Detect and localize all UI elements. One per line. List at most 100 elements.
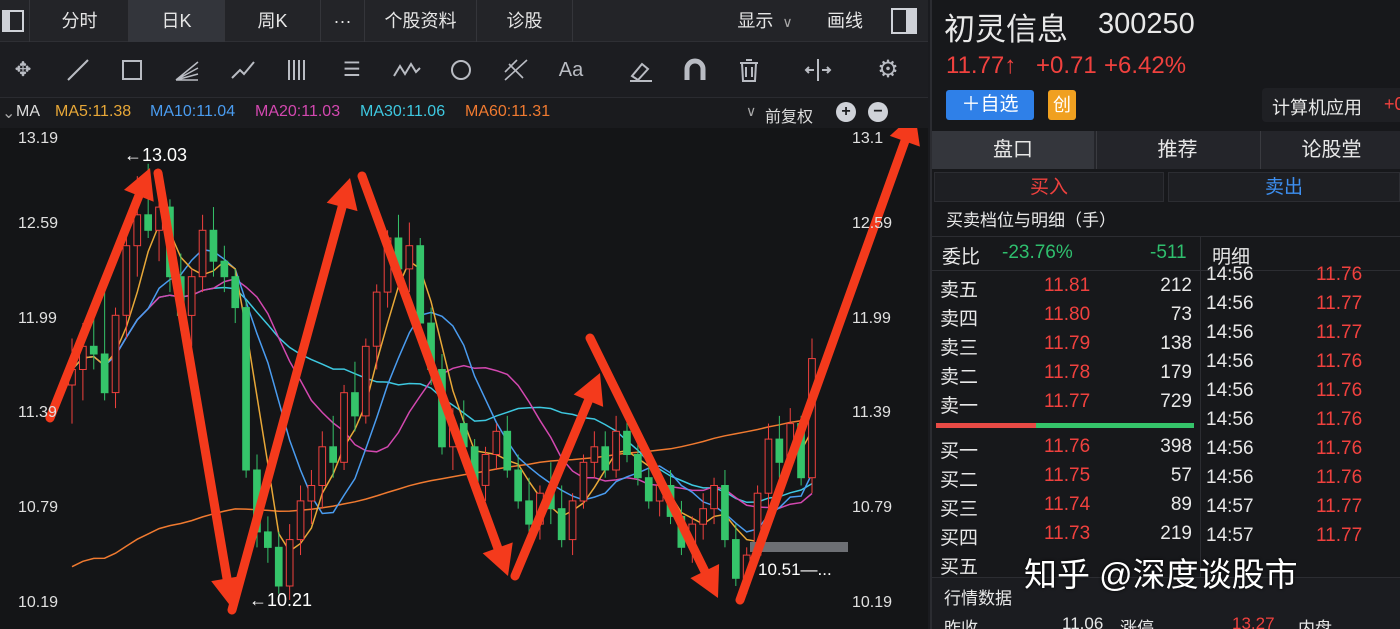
tick-price: 11.76	[1316, 264, 1363, 285]
adjust-mode-label[interactable]: 前复权	[765, 103, 813, 127]
sidebar-toggle-icon[interactable]	[0, 0, 30, 42]
bid-row[interactable]: 买一 11.76 398	[932, 434, 1198, 462]
ask-volume: 729	[1160, 391, 1192, 412]
bid-row[interactable]: 买三 11.74 89	[932, 492, 1198, 520]
bid-volume: 219	[1160, 523, 1192, 544]
y-tick-right-5: 10.19	[852, 594, 893, 611]
candle-body	[122, 245, 131, 316]
tab-stock-profile[interactable]: 个股资料	[365, 0, 477, 42]
candle-body	[318, 446, 327, 486]
zoom-in-icon[interactable]: +	[836, 102, 856, 122]
pen-icon[interactable]	[228, 56, 258, 84]
tab-fenshi[interactable]: 分时	[31, 0, 129, 42]
cycle-icon[interactable]	[446, 56, 476, 84]
bars-icon[interactable]	[283, 56, 313, 84]
bid-level-label: 买三	[940, 499, 979, 520]
drawing-toolbar: ✥ ☰ Aa ⚙	[0, 42, 928, 98]
candle-body	[416, 245, 425, 324]
ask-level-label: 卖一	[940, 396, 979, 417]
tick-time: 14:56	[1206, 380, 1254, 401]
candle-body	[307, 485, 316, 502]
tick-time: 14:56	[1206, 322, 1254, 343]
tab-forum[interactable]: 论股堂	[1260, 131, 1400, 169]
price-tag-label: 10.51—...	[758, 560, 832, 579]
zigzag-arrow-shaft	[510, 396, 593, 581]
candle-body	[710, 485, 718, 510]
ask-row[interactable]: 卖一 11.77 729	[932, 389, 1198, 417]
chinext-badge: 创	[1048, 90, 1076, 120]
kline-panel: 分时 日K 周K ··· 个股资料 诊股 显示 ∨ 画线 ✥ ☰ Aa ⚙ ⌄	[0, 0, 928, 629]
tab-daily-k[interactable]: 日K	[129, 0, 225, 42]
magnet-icon[interactable]	[680, 56, 710, 84]
zoom-out-icon[interactable]: −	[868, 102, 888, 122]
stock-name: 初灵信息	[944, 12, 1068, 47]
more-tabs-button[interactable]: ···	[321, 0, 365, 42]
ma-indicator-bar: ⌄ MA MA5:11.38 MA10:11.04 MA20:11.03 MA3…	[0, 98, 928, 128]
industry-chip[interactable]: 计算机应用 +0	[1262, 88, 1400, 122]
y-tick-right-1: 12.59	[852, 215, 893, 232]
tick-time: 14:56	[1206, 264, 1254, 285]
buy-tab[interactable]: 买入	[934, 172, 1164, 202]
ma-collapse-icon[interactable]: ⌄	[2, 103, 15, 123]
tick-row: 14:57 11.77	[1204, 523, 1400, 551]
panel-toggle-icon[interactable]	[884, 0, 928, 42]
bid-row[interactable]: 买二 11.75 57	[932, 463, 1198, 491]
sell-tab[interactable]: 卖出	[1168, 172, 1400, 202]
candle-body	[361, 345, 370, 417]
candle-body	[699, 508, 707, 525]
zigzag-arrow-shaft	[357, 171, 503, 553]
tick-time: 14:56	[1206, 467, 1254, 488]
candle-body	[634, 454, 642, 479]
text-lines-icon[interactable]: ☰	[337, 56, 367, 84]
tab-pankou[interactable]: 盘口	[932, 131, 1094, 169]
industry-name: 计算机应用	[1272, 98, 1362, 118]
quote-panel: 初灵信息 300250 11.77↑ +0.71 +6.42% ＋自选 创 计算…	[930, 0, 1400, 629]
fib-icon[interactable]	[501, 56, 531, 84]
add-watchlist-button[interactable]: ＋自选	[946, 90, 1034, 120]
panel-tab-bar: 盘口 推荐 论股堂	[932, 131, 1400, 169]
weibi-diff: -511	[1150, 242, 1187, 263]
tab-recommend[interactable]: 推荐	[1096, 131, 1258, 169]
price-change: +0.71	[1036, 52, 1097, 79]
ask-row[interactable]: 卖三 11.79 138	[932, 331, 1198, 359]
sell-ratio-bar	[936, 423, 1036, 428]
candle-body	[285, 539, 294, 587]
rect-icon[interactable]	[118, 56, 148, 84]
kline-chart[interactable]: 13.19 12.59 11.99 11.39 10.79 10.19 13.1…	[0, 113, 928, 629]
tick-row: 14:56 11.76	[1204, 407, 1400, 435]
fan-icon[interactable]	[172, 56, 202, 84]
ask-row[interactable]: 卖二 11.78 179	[932, 360, 1198, 388]
candle-body	[89, 345, 98, 355]
tab-diagnose[interactable]: 诊股	[477, 0, 573, 42]
line-icon[interactable]	[63, 56, 93, 84]
candle-body	[775, 438, 784, 463]
draw-line-button[interactable]: 画线	[810, 0, 880, 42]
trash-icon[interactable]	[734, 56, 764, 84]
y-tick-left-0: 13.19	[18, 130, 59, 147]
tick-row: 14:56 11.76	[1204, 262, 1400, 290]
split-icon[interactable]	[803, 56, 833, 84]
ask-level-label: 卖二	[940, 367, 979, 388]
tick-price: 11.77	[1316, 525, 1363, 546]
eraser-icon[interactable]	[626, 56, 656, 84]
candle-body	[492, 430, 501, 455]
low-price-label: ←10.21	[249, 590, 313, 610]
wave-icon[interactable]	[392, 56, 422, 84]
tick-time: 14:56	[1206, 409, 1254, 430]
y-tick-left-5: 10.19	[18, 594, 59, 611]
ma60-value: MA60:11.31	[465, 103, 551, 120]
move-icon[interactable]: ✥	[8, 56, 38, 84]
tab-weekly-k[interactable]: 周K	[225, 0, 321, 42]
y-tick-right-0: 13.1	[852, 130, 884, 147]
gear-icon[interactable]: ⚙	[873, 56, 903, 84]
ask-row[interactable]: 卖四 11.80 73	[932, 302, 1198, 330]
ma10-value: MA10:11.04	[150, 103, 236, 120]
ask-row[interactable]: 卖五 11.81 212	[932, 273, 1198, 301]
display-dropdown[interactable]: 显示 ∨	[720, 0, 810, 42]
watermark: 知乎 @深度谈股市	[1024, 556, 1298, 593]
bid-row[interactable]: 买四 11.73 219	[932, 521, 1198, 549]
tick-price: 11.76	[1316, 467, 1363, 488]
adjust-chevron-icon[interactable]: ∨	[746, 103, 756, 120]
candle-body	[242, 307, 250, 471]
text-icon[interactable]: Aa	[556, 56, 586, 84]
